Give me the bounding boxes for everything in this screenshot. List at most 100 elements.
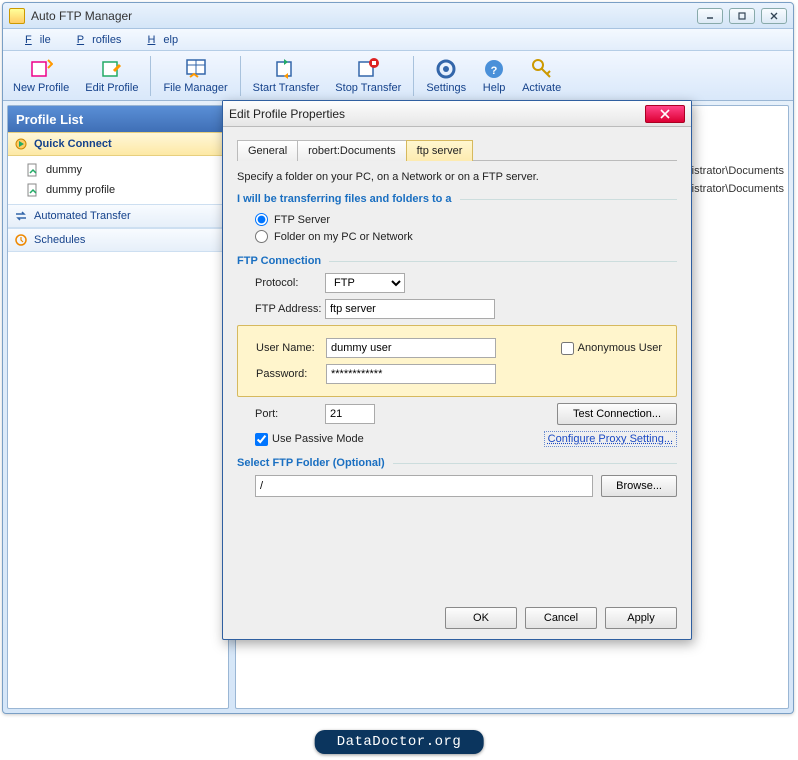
passive-mode-label: Use Passive Mode <box>272 433 364 445</box>
protocol-label: Protocol: <box>237 277 325 289</box>
configure-proxy-link[interactable]: Configure Proxy Setting... <box>544 431 677 447</box>
anonymous-checkbox[interactable] <box>561 342 574 355</box>
sidebar-header: Profile List <box>8 106 228 132</box>
profile-item[interactable]: dummy profile <box>8 180 228 200</box>
footer-badge: DataDoctor.org <box>315 730 484 754</box>
file-manager-icon <box>184 57 208 81</box>
toolbar-label: Activate <box>522 82 561 94</box>
radio-folder-pc[interactable] <box>255 230 268 243</box>
ftp-address-input[interactable] <box>325 299 495 319</box>
protocol-select[interactable]: FTP <box>325 273 405 293</box>
tab-general[interactable]: General <box>237 140 298 161</box>
dialog-tabs: General robert:Documents ftp server <box>237 139 677 161</box>
settings-button[interactable]: Settings <box>418 54 474 97</box>
close-button[interactable] <box>761 8 787 24</box>
toolbar-separator <box>150 56 151 96</box>
radio-label: FTP Server <box>274 214 330 226</box>
accordion-label: Schedules <box>34 234 85 246</box>
minimize-button[interactable] <box>697 8 723 24</box>
browse-button[interactable]: Browse... <box>601 475 677 497</box>
section-select-folder: Select FTP Folder (Optional) <box>237 457 677 469</box>
toolbar-separator <box>240 56 241 96</box>
profile-label: dummy <box>46 164 82 176</box>
ftp-folder-input[interactable] <box>255 475 593 497</box>
test-connection-button[interactable]: Test Connection... <box>557 403 677 425</box>
passive-mode-checkbox[interactable] <box>255 433 268 446</box>
start-transfer-button[interactable]: Start Transfer <box>245 54 328 97</box>
password-label: Password: <box>238 368 326 380</box>
cancel-button[interactable]: Cancel <box>525 607 597 629</box>
new-profile-button[interactable]: New Profile <box>5 54 77 97</box>
key-icon <box>530 57 554 81</box>
accordion-schedules[interactable]: Schedules <box>8 228 228 252</box>
svg-text:?: ? <box>491 65 498 77</box>
stop-transfer-icon <box>356 57 380 81</box>
edit-profile-icon <box>100 57 124 81</box>
port-input[interactable] <box>325 404 375 424</box>
address-label: FTP Address: <box>237 303 325 315</box>
stop-transfer-button[interactable]: Stop Transfer <box>327 54 409 97</box>
apply-button[interactable]: Apply <box>605 607 677 629</box>
toolbar-separator <box>413 56 414 96</box>
anonymous-label: Anonymous User <box>578 342 662 354</box>
gear-icon <box>434 57 458 81</box>
dialog-intro-text: Specify a folder on your PC, on a Networ… <box>237 171 677 183</box>
toolbar-label: Start Transfer <box>253 82 320 94</box>
menubar: File Profiles Help <box>3 29 793 51</box>
username-input[interactable] <box>326 338 496 358</box>
toolbar-label: Settings <box>426 82 466 94</box>
accordion-label: Automated Transfer <box>34 210 131 222</box>
maximize-button[interactable] <box>729 8 755 24</box>
transfer-icon <box>14 209 28 223</box>
new-profile-icon <box>29 57 53 81</box>
clock-icon <box>14 233 28 247</box>
dialog-titlebar[interactable]: Edit Profile Properties <box>223 101 691 127</box>
bg-path-text: ninistrator\Documents <box>677 180 788 198</box>
username-label: User Name: <box>238 342 326 354</box>
radio-label: Folder on my PC or Network <box>274 231 413 243</box>
toolbar-label: Help <box>483 82 506 94</box>
menu-profiles[interactable]: Profiles <box>61 32 130 48</box>
bg-path-text: ninistrator\Documents <box>677 162 788 180</box>
dialog-title-text: Edit Profile Properties <box>229 107 645 121</box>
accordion-label: Quick Connect <box>34 138 112 150</box>
section-transfer-target: I will be transferring files and folders… <box>237 193 677 205</box>
window-title: Auto FTP Manager <box>31 9 697 23</box>
quick-connect-icon <box>14 137 28 151</box>
file-manager-button[interactable]: File Manager <box>155 54 235 97</box>
toolbar-label: New Profile <box>13 82 69 94</box>
activate-button[interactable]: Activate <box>514 54 569 97</box>
accordion-quick-connect[interactable]: Quick Connect <box>8 132 228 156</box>
profile-label: dummy profile <box>46 184 115 196</box>
menu-file[interactable]: File <box>9 32 59 48</box>
document-icon <box>26 163 40 177</box>
toolbar-label: Stop Transfer <box>335 82 401 94</box>
document-icon <box>26 183 40 197</box>
background-list: ninistrator\Documents ninistrator\Docume… <box>677 162 788 198</box>
close-icon <box>659 109 671 119</box>
toolbar-label: Edit Profile <box>85 82 138 94</box>
sidebar: Profile List Quick Connect dummy dummy p… <box>7 105 229 709</box>
section-ftp-connection: FTP Connection <box>237 255 677 267</box>
dialog-close-button[interactable] <box>645 105 685 123</box>
ok-button[interactable]: OK <box>445 607 517 629</box>
start-transfer-icon <box>274 57 298 81</box>
profile-item[interactable]: dummy <box>8 160 228 180</box>
credentials-highlight: User Name: Anonymous User Password: <box>237 325 677 397</box>
menu-help[interactable]: Help <box>131 32 186 48</box>
password-input[interactable] <box>326 364 496 384</box>
accordion-automated[interactable]: Automated Transfer <box>8 204 228 228</box>
titlebar[interactable]: Auto FTP Manager <box>3 3 793 29</box>
port-label: Port: <box>237 408 325 420</box>
app-icon <box>9 8 25 24</box>
edit-profile-button[interactable]: Edit Profile <box>77 54 146 97</box>
radio-ftp-server[interactable] <box>255 213 268 226</box>
edit-profile-dialog: Edit Profile Properties General robert:D… <box>222 100 692 640</box>
toolbar-label: File Manager <box>163 82 227 94</box>
accordion-body: dummy dummy profile <box>8 156 228 204</box>
help-icon: ? <box>482 57 506 81</box>
help-button[interactable]: ? Help <box>474 54 514 97</box>
toolbar: New Profile Edit Profile File Manager St… <box>3 51 793 101</box>
tab-ftp-server[interactable]: ftp server <box>406 140 474 161</box>
tab-robert-documents[interactable]: robert:Documents <box>297 140 406 161</box>
